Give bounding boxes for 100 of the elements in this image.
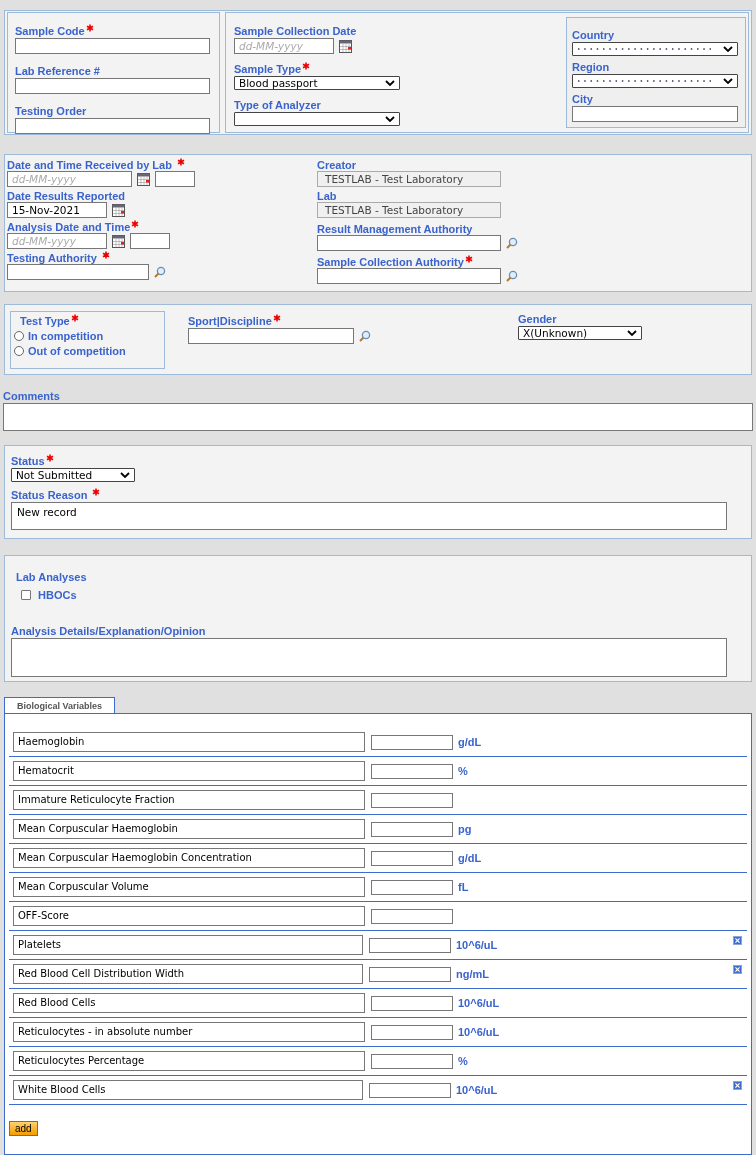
variable-name-field[interactable]: Reticulocytes - in absolute number xyxy=(13,1022,365,1042)
field-label: Lab xyxy=(317,189,337,203)
field-label: Region xyxy=(572,60,610,74)
value-field[interactable] xyxy=(369,966,451,982)
date-field[interactable]: 15-Nov-2021 xyxy=(7,202,107,218)
variable-name-field[interactable]: Red Blood Cells xyxy=(13,993,365,1013)
calendar-icon[interactable] xyxy=(112,234,125,248)
field-label: Sample Collection Date xyxy=(234,24,357,38)
field-label: Country xyxy=(572,28,615,42)
input-field[interactable] xyxy=(15,118,210,134)
field-label: Test Type xyxy=(20,314,70,328)
search-icon[interactable] xyxy=(359,330,371,342)
search-icon[interactable] xyxy=(506,270,518,282)
radio-button[interactable] xyxy=(14,345,24,356)
field-label: Sample Type xyxy=(234,62,302,76)
time-field[interactable] xyxy=(130,233,170,249)
field-label: City xyxy=(572,92,593,106)
remove-icon[interactable] xyxy=(733,1081,742,1090)
value-field[interactable] xyxy=(371,1024,453,1040)
field-label: Type of Analyzer xyxy=(234,98,321,112)
value-field[interactable] xyxy=(371,850,453,866)
unit-label: g/dL xyxy=(458,736,482,748)
chevron-icon xyxy=(385,80,395,86)
unit-label: % xyxy=(458,765,468,777)
comments-textarea[interactable] xyxy=(3,403,753,431)
input-field[interactable] xyxy=(572,106,738,122)
unit-label: 10^6/uL xyxy=(458,1026,500,1038)
dropdown[interactable] xyxy=(572,74,738,88)
time-field[interactable] xyxy=(155,171,195,187)
unit-label: ng/mL xyxy=(456,968,489,980)
section-title: Lab Analyses xyxy=(16,571,87,583)
unit-label: % xyxy=(458,1055,468,1067)
analyzer-dropdown[interactable] xyxy=(234,112,400,126)
checkbox-label[interactable]: HBOCs xyxy=(38,588,77,602)
value-field[interactable] xyxy=(371,734,453,750)
status-reason-textarea[interactable]: New record xyxy=(11,502,727,530)
field-label: Date Results Reported xyxy=(7,189,125,203)
tab[interactable]: Biological Variables xyxy=(4,697,116,713)
variable-name-field[interactable]: Reticulocytes Percentage xyxy=(13,1051,365,1071)
chevron-icon xyxy=(385,116,395,122)
variable-name-field[interactable]: Immature Reticulocyte Fraction xyxy=(13,790,365,810)
calendar-icon[interactable] xyxy=(112,203,125,217)
value-field[interactable] xyxy=(371,995,453,1011)
field-label: Sample Collection Authority xyxy=(317,255,464,269)
field-label: Testing Order xyxy=(15,104,87,118)
variable-name-field[interactable]: White Blood Cells xyxy=(13,1080,363,1100)
input-field[interactable] xyxy=(15,78,210,94)
field-label: Result Management Authority xyxy=(317,222,473,236)
variable-name-field[interactable]: Red Blood Cell Distribution Width xyxy=(13,964,363,984)
value-field[interactable] xyxy=(371,792,453,808)
remove-icon[interactable] xyxy=(733,936,742,945)
field-label: Creator xyxy=(317,158,357,172)
radio-button[interactable] xyxy=(14,330,24,341)
chevron-icon xyxy=(723,46,733,52)
checkbox[interactable] xyxy=(21,590,31,600)
field-label: Date and Time Received by Lab xyxy=(7,158,172,172)
field-label: Lab Reference # xyxy=(15,64,100,78)
unit-label: 10^6/uL xyxy=(458,997,500,1009)
variable-name-field[interactable]: Hematocrit xyxy=(13,761,365,781)
chevron-icon xyxy=(627,330,637,336)
radio-label[interactable]: Out of competition xyxy=(28,343,126,358)
unit-label: 10^6/uL xyxy=(456,1084,498,1096)
value-field[interactable] xyxy=(371,763,453,779)
status-dropdown[interactable]: Not Submitted xyxy=(11,468,135,482)
value-field[interactable] xyxy=(371,821,453,837)
remove-icon[interactable] xyxy=(733,965,742,974)
field-label: Comments xyxy=(3,389,60,403)
field-label: Gender xyxy=(518,312,557,326)
value-field[interactable] xyxy=(371,879,453,895)
field-label: Status xyxy=(11,454,45,468)
search-icon[interactable] xyxy=(154,266,166,278)
unit-label: 10^6/uL xyxy=(456,939,498,951)
dropdown[interactable] xyxy=(572,42,738,56)
variable-name-field[interactable]: Mean Corpuscular Volume xyxy=(13,877,365,897)
radio-label[interactable]: In competition xyxy=(28,328,104,343)
variable-name-field[interactable]: Platelets xyxy=(13,935,363,955)
input-field[interactable] xyxy=(317,268,501,284)
calendar-icon[interactable] xyxy=(137,172,150,186)
value-field[interactable] xyxy=(371,1053,453,1069)
field-label: Analysis Details/Explanation/Opinion xyxy=(11,624,206,638)
details-textarea[interactable] xyxy=(11,638,727,677)
variable-name-field[interactable]: Haemoglobin xyxy=(13,732,365,752)
input-field[interactable] xyxy=(188,328,354,344)
input-field[interactable] xyxy=(317,235,501,251)
variable-name-field[interactable]: Mean Corpuscular Haemoglobin xyxy=(13,819,365,839)
field-label: Sample Code xyxy=(15,24,85,38)
variable-name-field[interactable]: OFF-Score xyxy=(13,906,365,926)
chevron-icon xyxy=(723,78,733,84)
value-field[interactable] xyxy=(371,908,453,924)
value-field[interactable] xyxy=(369,1082,451,1098)
add-button[interactable]: add xyxy=(9,1121,38,1136)
gender-dropdown[interactable]: X(Unknown) xyxy=(518,326,642,340)
search-icon[interactable] xyxy=(506,237,518,249)
calendar-icon[interactable] xyxy=(339,39,352,53)
input-field[interactable] xyxy=(7,264,149,280)
value-field[interactable] xyxy=(369,937,451,953)
variable-name-field[interactable]: Mean Corpuscular Haemoglobin Concentration xyxy=(13,848,365,868)
input-field[interactable] xyxy=(15,38,210,54)
field-label: Sport|Discipline xyxy=(188,314,272,328)
sample-type-dropdown[interactable]: Blood passport xyxy=(234,76,400,90)
